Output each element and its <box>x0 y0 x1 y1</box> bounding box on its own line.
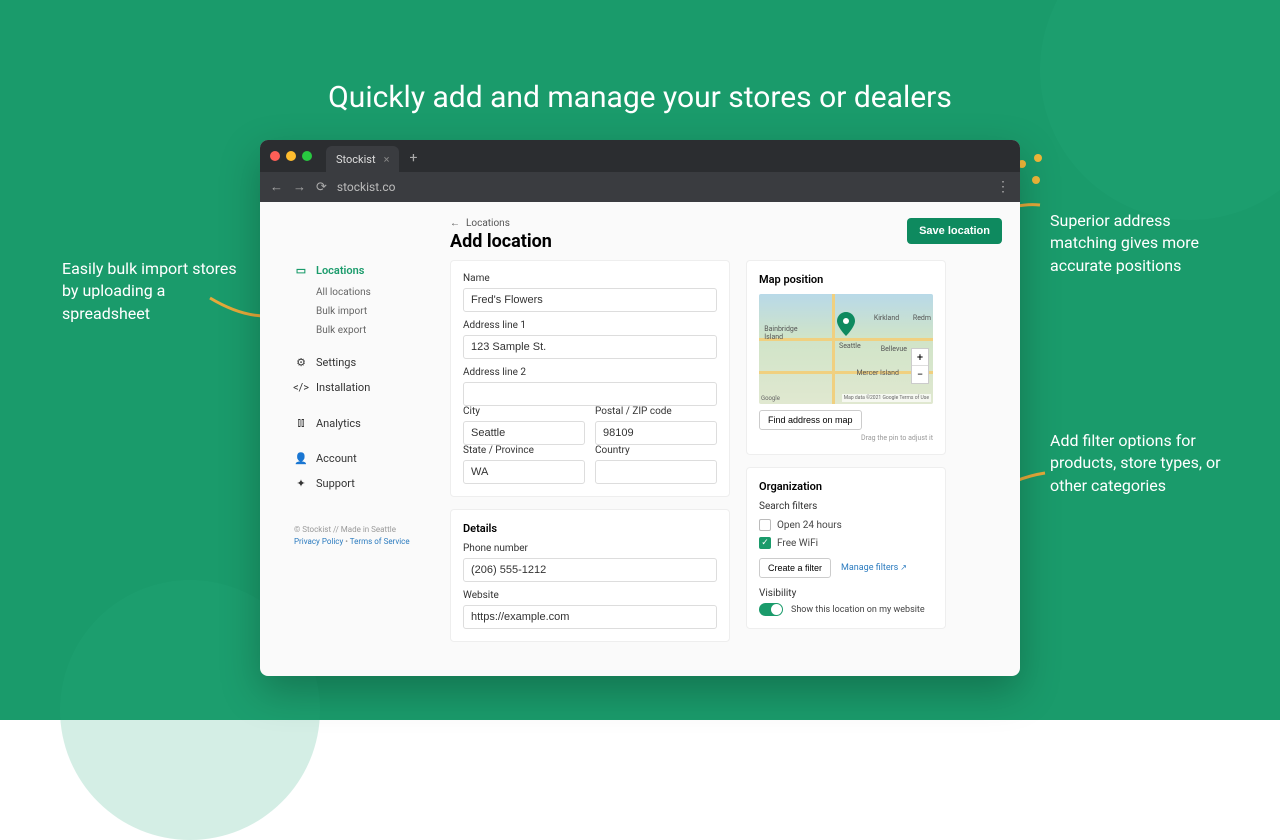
phone-input[interactable] <box>463 558 717 582</box>
zoom-in-icon[interactable]: + <box>912 349 928 366</box>
checkbox-icon[interactable] <box>759 519 771 531</box>
zoom-out-icon[interactable]: − <box>912 366 928 383</box>
name-input[interactable] <box>463 288 717 312</box>
browser-tab-bar: Stockist × + <box>260 140 1020 172</box>
postal-label: Postal / ZIP code <box>595 406 717 417</box>
find-address-button[interactable]: Find address on map <box>759 410 862 430</box>
city-input[interactable] <box>463 421 585 445</box>
chart-icon: ⫾⫾ <box>294 416 308 430</box>
browser-tab[interactable]: Stockist × <box>326 146 399 172</box>
minimize-window-icon[interactable] <box>286 151 296 161</box>
visibility-toggle[interactable] <box>759 603 783 616</box>
breadcrumb[interactable]: ← Locations <box>450 218 552 229</box>
sidebar: ▭ Locations All locations Bulk import Bu… <box>260 202 450 676</box>
website-label: Website <box>463 590 717 601</box>
life-ring-icon: ✦ <box>294 477 308 490</box>
website-input[interactable] <box>463 605 717 629</box>
map-label-seattle: Seattle <box>839 342 861 350</box>
sidebar-footer: © Stockist // Made in Seattle Privacy Po… <box>294 524 450 548</box>
country-input[interactable] <box>595 460 717 484</box>
sidebar-item-analytics[interactable]: ⫾⫾ Analytics <box>294 410 450 436</box>
drag-pin-hint: Drag the pin to adjust it <box>759 434 933 442</box>
filter-open-24h[interactable]: Open 24 hours <box>759 516 933 534</box>
sidebar-item-settings[interactable]: ⚙ Settings <box>294 350 450 375</box>
state-label: State / Province <box>463 445 585 456</box>
forward-icon[interactable]: → <box>293 179 306 195</box>
filter-free-wifi[interactable]: ✓ Free WiFi <box>759 534 933 552</box>
sidebar-item-locations[interactable]: ▭ Locations <box>294 258 450 283</box>
terms-link[interactable]: Terms of Service <box>350 537 410 546</box>
tab-title: Stockist <box>336 153 376 166</box>
map-attribution: Map data ©2021 Google Terms of Use <box>842 394 931 402</box>
location-basics-card: Name Address line 1 Address line 2 City <box>450 260 730 497</box>
addr2-label: Address line 2 <box>463 367 717 378</box>
browser-menu-icon[interactable]: ⋮ <box>996 179 1010 195</box>
details-card: Details Phone number Website <box>450 509 730 642</box>
address-url[interactable]: stockist.co <box>337 180 986 194</box>
map-label-bellevue: Bellevue <box>881 345 907 353</box>
map-label-bainbridge: Bainbridge Island <box>764 325 814 341</box>
window-controls[interactable] <box>270 151 312 161</box>
checkbox-checked-icon[interactable]: ✓ <box>759 537 771 549</box>
search-filters-label: Search filters <box>759 501 933 512</box>
close-window-icon[interactable] <box>270 151 280 161</box>
map-label-kirkland: Kirkland <box>874 314 899 322</box>
sidebar-item-support[interactable]: ✦ Support <box>294 471 450 496</box>
new-tab-icon[interactable]: + <box>409 150 417 166</box>
map[interactable]: Seattle Bellevue Kirkland Redm Bainbridg… <box>759 294 933 404</box>
map-position-card: Map position Seattle Bellevue Kirkland R… <box>746 260 946 455</box>
gear-icon: ⚙ <box>294 356 308 369</box>
headline: Quickly add and manage your stores or de… <box>0 80 1280 115</box>
browser-address-bar: ← → ⟳ stockist.co ⋮ <box>260 172 1020 202</box>
sidebar-item-account[interactable]: 👤 Account <box>294 446 450 471</box>
sidebar-item-installation[interactable]: </> Installation <box>294 375 450 400</box>
country-label: Country <box>595 445 717 456</box>
back-icon[interactable]: ← <box>270 179 283 195</box>
callout-filters: Add filter options for products, store t… <box>1050 430 1230 497</box>
map-pin-icon[interactable] <box>837 312 855 340</box>
user-icon: 👤 <box>294 452 308 465</box>
back-arrow-icon[interactable]: ← <box>450 218 460 229</box>
map-zoom-controls[interactable]: + − <box>911 348 929 384</box>
privacy-policy-link[interactable]: Privacy Policy <box>294 537 343 546</box>
callout-address-matching: Superior address matching gives more acc… <box>1050 210 1225 277</box>
map-provider-logo: Google <box>761 395 780 402</box>
save-location-button[interactable]: Save location <box>907 218 1002 244</box>
visibility-text: Show this location on my website <box>791 605 925 615</box>
maximize-window-icon[interactable] <box>302 151 312 161</box>
state-input[interactable] <box>463 460 585 484</box>
map-label-redmond: Redm <box>913 314 931 322</box>
close-tab-icon[interactable]: × <box>384 153 390 166</box>
organization-title: Organization <box>759 480 933 493</box>
code-icon: </> <box>294 381 308 394</box>
page-title: Add location <box>450 231 552 252</box>
addr1-label: Address line 1 <box>463 320 717 331</box>
main-content: ← Locations Add location Save location N… <box>450 202 1020 676</box>
map-title: Map position <box>759 273 933 286</box>
create-filter-button[interactable]: Create a filter <box>759 558 831 578</box>
visibility-label: Visibility <box>759 588 933 599</box>
name-label: Name <box>463 273 717 284</box>
external-link-icon: ↗ <box>900 563 907 572</box>
sidebar-sub-all-locations[interactable]: All locations <box>294 283 450 302</box>
addr2-input[interactable] <box>463 382 717 406</box>
store-icon: ▭ <box>294 264 308 277</box>
manage-filters-link[interactable]: Manage filters↗ <box>841 563 907 573</box>
organization-card: Organization Search filters Open 24 hour… <box>746 467 946 629</box>
map-label-mercer: Mercer Island <box>856 369 898 377</box>
addr1-input[interactable] <box>463 335 717 359</box>
postal-input[interactable] <box>595 421 717 445</box>
details-title: Details <box>463 522 717 535</box>
phone-label: Phone number <box>463 543 717 554</box>
sidebar-sub-bulk-import[interactable]: Bulk import <box>294 302 450 321</box>
sidebar-sub-bulk-export[interactable]: Bulk export <box>294 321 450 340</box>
reload-icon[interactable]: ⟳ <box>316 180 327 195</box>
browser-window: Stockist × + ← → ⟳ stockist.co ⋮ ▭ Locat… <box>260 140 1020 676</box>
city-label: City <box>463 406 585 417</box>
